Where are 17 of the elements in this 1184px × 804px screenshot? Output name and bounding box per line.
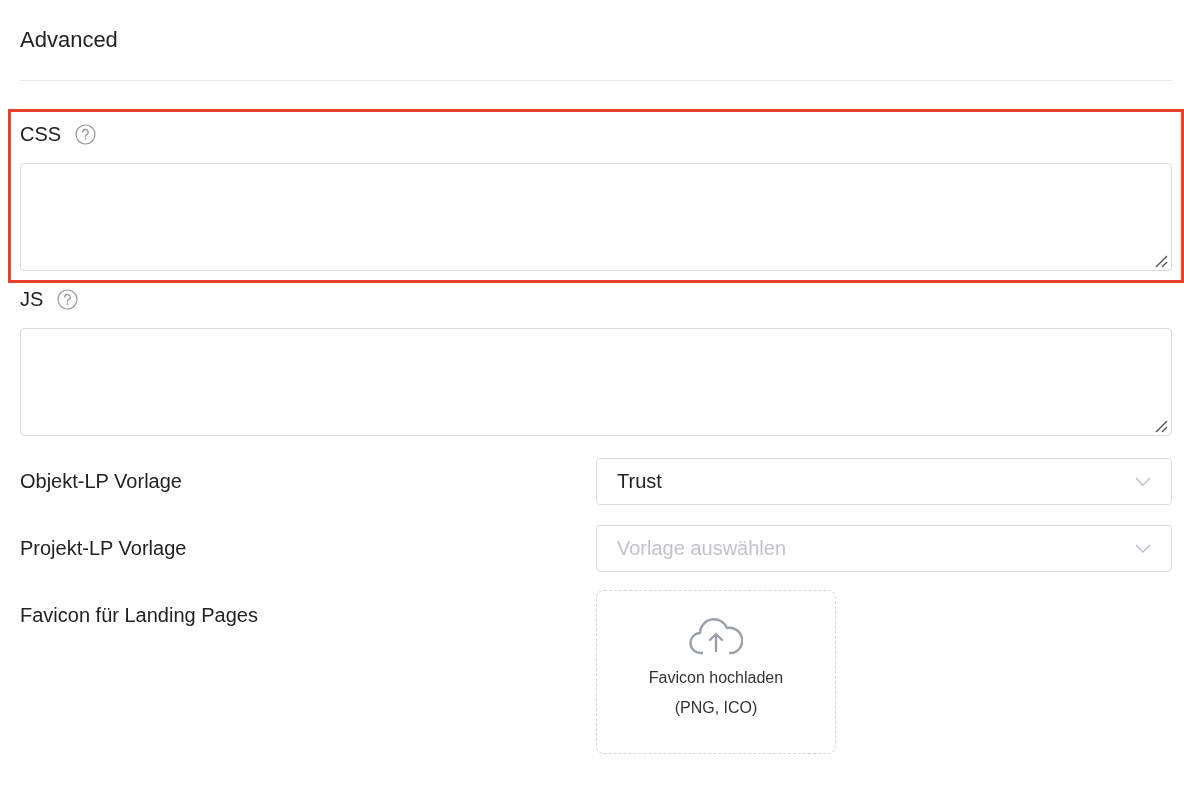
resize-handle-icon[interactable] bbox=[1154, 419, 1168, 433]
help-icon[interactable] bbox=[75, 123, 97, 145]
chevron-down-icon bbox=[1135, 477, 1151, 486]
field-label: JS bbox=[20, 287, 44, 311]
select-field[interactable]: Trust bbox=[596, 458, 1172, 505]
section-title: Advanced bbox=[20, 26, 119, 54]
help-icon[interactable] bbox=[57, 288, 79, 310]
field-label: CSS bbox=[20, 122, 62, 146]
cloud-upload-icon bbox=[689, 617, 743, 655]
field-label: Projekt-LP Vorlage bbox=[20, 537, 188, 560]
field-label: Objekt-LP Vorlage bbox=[20, 470, 183, 493]
upload-label: Favicon hochladen bbox=[648, 669, 784, 687]
chevron-down-icon bbox=[1135, 544, 1151, 553]
resize-handle-icon[interactable] bbox=[1154, 254, 1168, 268]
upload-area[interactable]: Favicon hochladen (PNG, ICO) bbox=[596, 590, 836, 754]
field-label: Favicon für Landing Pages bbox=[20, 603, 259, 627]
upload-hint: (PNG, ICO) bbox=[674, 699, 758, 717]
